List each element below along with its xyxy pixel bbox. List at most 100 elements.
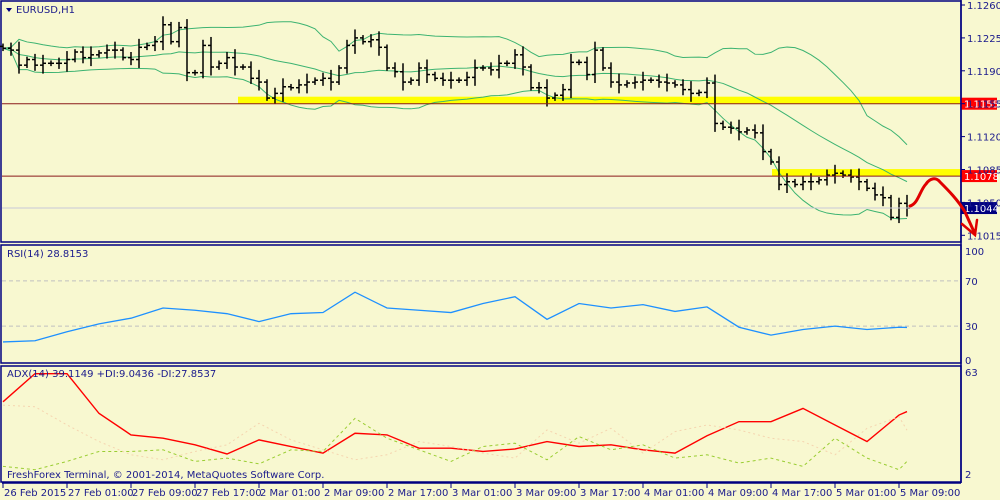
ohlc-bar	[40, 54, 46, 74]
rsi-tick-label: 30	[965, 322, 978, 333]
adx-tick-label: 63	[965, 368, 978, 379]
chart-menu-triangle-icon[interactable]	[6, 8, 12, 12]
adx-title: ADX(14) 39.1149 +DI:9.0436 -DI:27.8537	[7, 369, 216, 380]
ohlc-bar	[488, 62, 494, 76]
ohlc-bar	[624, 80, 630, 88]
ohlc-bar	[480, 65, 486, 71]
ohlc-bar	[96, 50, 102, 58]
ohlc-bar	[160, 16, 166, 51]
ohlc-bar	[792, 178, 798, 188]
ohlc-bar	[680, 79, 686, 96]
ohlc-bar	[104, 44, 110, 59]
plus-di-line	[2, 417, 908, 471]
ohlc-bar	[120, 47, 126, 61]
ohlc-bar	[616, 73, 622, 94]
ohlc-bar	[240, 64, 246, 70]
time-tick-label: 27 Feb 17:00	[196, 488, 262, 499]
ohlc-bar	[312, 77, 318, 85]
ohlc-bar	[296, 79, 302, 94]
time-tick-label: 3 Mar 17:00	[580, 488, 640, 499]
ohlc-bar	[208, 36, 214, 76]
ohlc-bar	[216, 60, 222, 70]
ohlc-bar	[136, 38, 142, 68]
ohlc-bar	[88, 46, 94, 67]
chart-canvas[interactable]: 1.11551.10781.1044 10070300 632 1.12601.…	[0, 0, 1000, 500]
adx-pane-frame	[0, 365, 962, 483]
time-tick-label: 3 Mar 01:00	[452, 488, 512, 499]
ohlc-bar	[512, 49, 518, 69]
ohlc-bar	[384, 44, 390, 71]
time-tick-label: 3 Mar 09:00	[516, 488, 576, 499]
ohlc-bar	[800, 176, 806, 191]
ohlc-bar	[176, 21, 182, 48]
ohlc-bar	[80, 46, 86, 64]
ohlc-bar	[192, 69, 198, 76]
time-tick-label: 2 Mar 17:00	[388, 488, 448, 499]
ohlc-bar	[72, 49, 78, 63]
ohlc-bar	[816, 177, 822, 185]
ohlc-bar	[440, 72, 446, 86]
ohlc-bar	[600, 47, 606, 71]
ohlc-bar	[256, 69, 262, 91]
bollinger-lower-band	[2, 47, 908, 220]
ohlc-bar	[504, 60, 510, 67]
ohlc-bar	[520, 46, 526, 76]
ohlc-bar	[744, 127, 750, 135]
price-tick-label: 1.1260	[967, 1, 1000, 12]
price-tick-label: 1.1120	[967, 133, 1000, 144]
trading-chart-window[interactable]: 1.1155 1.1078 1.1044 100 70 30 0 63 2 1.1260 1.…	[0, 0, 1000, 500]
ohlc-bar	[760, 124, 766, 161]
ohlc-bar	[664, 73, 670, 92]
ohlc-bar	[640, 71, 646, 91]
ohlc-bar	[392, 62, 398, 78]
ohlc-bar	[528, 64, 534, 91]
ohlc-bar	[24, 56, 30, 68]
ohlc-bar	[696, 89, 702, 97]
resistance-highlight-band	[772, 169, 960, 177]
adx-line	[2, 372, 908, 455]
rsi-tick-label: 100	[965, 247, 984, 258]
time-tick-label: 4 Mar 17:00	[772, 488, 832, 499]
ohlc-bar	[376, 31, 382, 56]
price-tick-label: 1.1155	[967, 100, 1000, 111]
time-tick-label: 4 Mar 09:00	[708, 488, 768, 499]
adx-tick-label: 2	[965, 470, 971, 481]
ohlc-bar	[720, 120, 726, 131]
time-tick-label: 2 Mar 01:00	[260, 488, 320, 499]
price-tick-label: 1.1190	[967, 67, 1000, 78]
price-tick-label: 1.1085	[967, 166, 1000, 177]
ohlc-bar	[320, 72, 326, 86]
ohlc-bar	[248, 61, 254, 84]
ohlc-bar	[304, 73, 310, 94]
time-tick-label: 26 Feb 2015	[4, 488, 66, 499]
time-tick-label: 27 Feb 09:00	[132, 488, 198, 499]
time-tick-label: 4 Mar 01:00	[644, 488, 704, 499]
ohlc-bar	[32, 53, 38, 71]
ohlc-bar	[864, 178, 870, 192]
ohlc-bar	[64, 51, 70, 72]
ohlc-bar	[16, 41, 22, 74]
rsi-tick-label: 70	[965, 277, 978, 288]
ohlc-bar	[576, 59, 582, 66]
time-tick-label: 27 Feb 01:00	[68, 488, 134, 499]
ohlc-bar	[112, 41, 118, 59]
ohlc-bar	[416, 62, 422, 86]
ohlc-bar	[200, 39, 206, 79]
time-tick-label: 5 Mar 09:00	[900, 488, 960, 499]
ohlc-bar	[432, 71, 438, 82]
support-highlight-band	[238, 96, 960, 104]
ohlc-bar	[400, 63, 406, 91]
ohlc-bar	[408, 77, 414, 85]
rsi-tick-label: 0	[965, 356, 971, 367]
ohlc-bar	[752, 124, 758, 139]
price-chart-title: EURUSD,H1	[16, 5, 75, 16]
price-tick-label: 1.1050	[967, 198, 1000, 209]
ohlc-bar	[288, 83, 294, 91]
rsi-line	[2, 291, 908, 343]
ohlc-bar	[48, 60, 54, 67]
ohlc-bar	[472, 59, 478, 86]
ohlc-bar	[152, 36, 158, 52]
price-tick-label: 1.1225	[967, 34, 1000, 45]
ohlc-bar	[648, 77, 654, 84]
ohlc-bar	[344, 39, 350, 74]
